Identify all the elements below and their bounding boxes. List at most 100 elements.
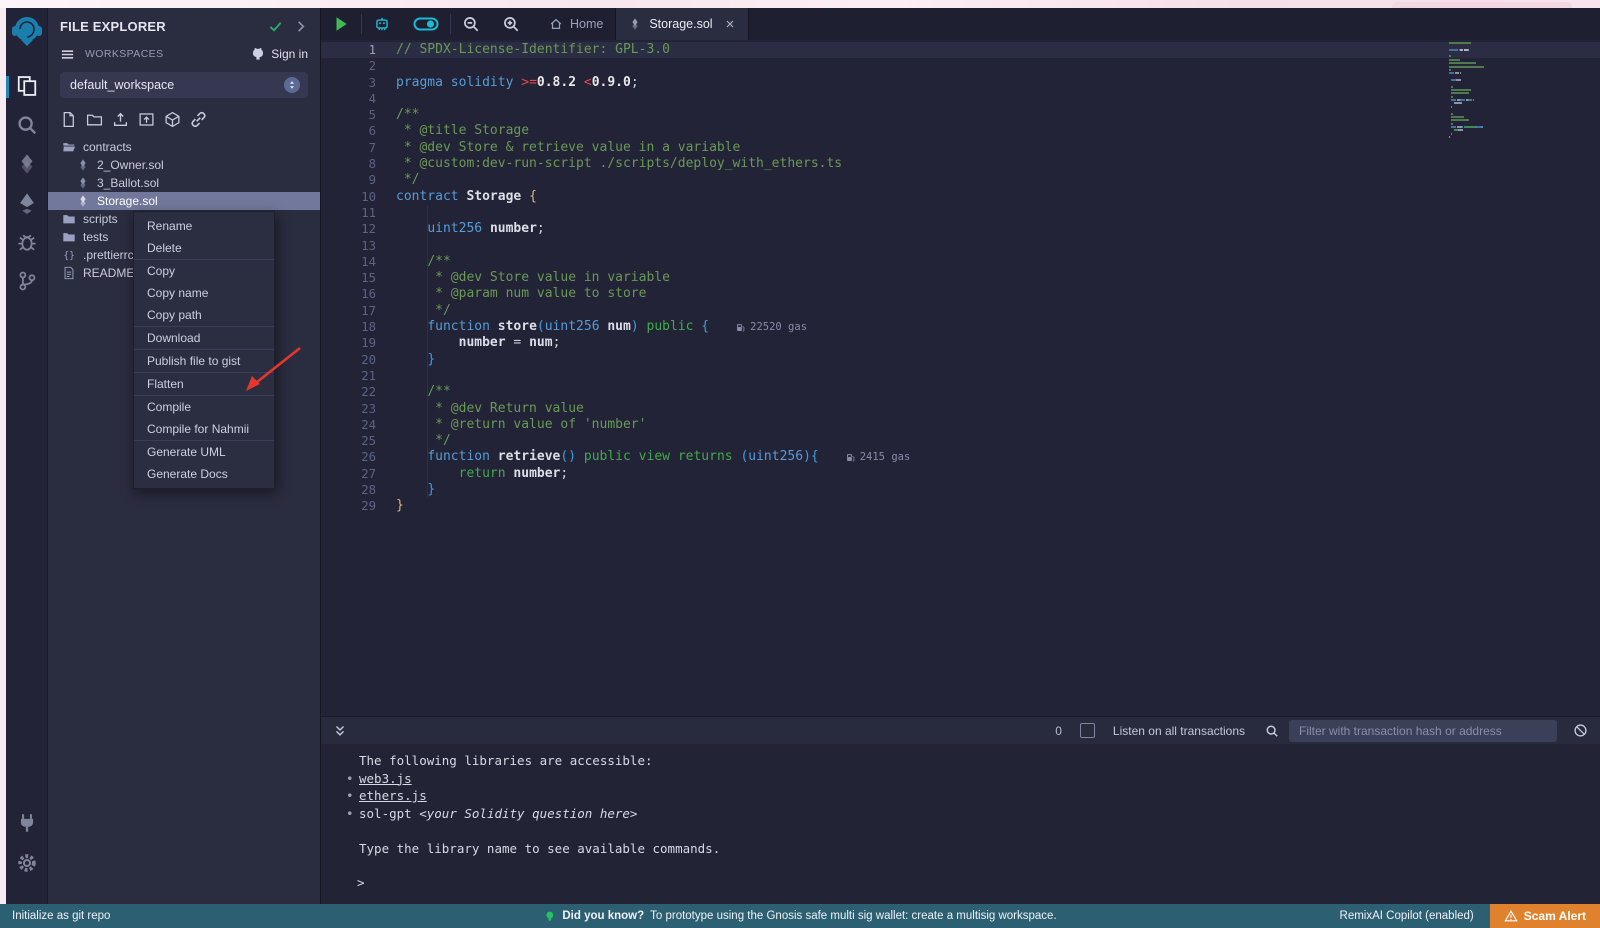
rail-plugin-manager-icon[interactable]: [16, 812, 38, 834]
code-line-content: * @custom:dev-run-script ./scripts/deplo…: [396, 156, 842, 172]
context-menu-item-copy[interactable]: Copy: [134, 259, 274, 282]
terminal-search-icon[interactable]: [1265, 724, 1279, 738]
context-menu-item-copy-path[interactable]: Copy path: [134, 304, 274, 326]
collapse-terminal-icon[interactable]: [333, 724, 347, 738]
context-menu-item-download[interactable]: Download: [134, 326, 274, 349]
terminal-toolbar: 0 Listen on all transactions: [320, 716, 1600, 744]
terminal-library-item[interactable]: web3.js: [359, 770, 1600, 788]
lightbulb-icon: [543, 910, 556, 923]
panel-title: FILE EXPLORER: [60, 19, 258, 34]
rail-deploy-run-icon[interactable]: [16, 192, 38, 214]
tree-item-storage-sol[interactable]: Storage.sol: [48, 192, 320, 210]
search-icon: [16, 114, 38, 136]
code-line-content: /**: [396, 254, 451, 270]
context-menu-item-delete[interactable]: Delete: [134, 237, 274, 259]
line-number: 23: [321, 401, 376, 417]
terminal-library-item[interactable]: ethers.js: [359, 787, 1600, 805]
context-menu-item-compile-for-nahmii[interactable]: Compile for Nahmii: [134, 418, 274, 440]
line-number: 6: [321, 123, 376, 139]
clear-console-icon[interactable]: [1573, 723, 1588, 738]
context-menu-item-generate-uml[interactable]: Generate UML: [134, 440, 274, 463]
rail-solidity-compiler-icon[interactable]: [16, 153, 38, 175]
code-line-content: uint256 number;: [396, 221, 545, 237]
terminal-prompt[interactable]: >: [357, 875, 365, 890]
rail-search-icon[interactable]: [16, 114, 38, 136]
import-url-icon[interactable]: [190, 111, 207, 128]
readme-file-icon: [62, 266, 76, 280]
code-line-content: * @dev Store value in variable: [396, 270, 670, 286]
code-line-9: 9 */: [321, 172, 1600, 188]
code-line-content: */: [396, 433, 451, 449]
chevron-right-icon[interactable]: [293, 19, 308, 34]
code-line-12: 12 uint256 number;: [321, 221, 1600, 237]
scam-alert-button[interactable]: Scam Alert: [1490, 904, 1600, 928]
braces-icon: {}: [62, 248, 76, 262]
rail-git-icon[interactable]: [16, 270, 38, 292]
line-number: 15: [321, 270, 376, 286]
tree-item-label: Storage.sol: [97, 194, 158, 208]
code-line-content: }: [396, 498, 404, 514]
upload-folder-icon[interactable]: [138, 111, 155, 128]
code-editor[interactable]: 1// SPDX-License-Identifier: GPL-3.023pr…: [320, 40, 1600, 716]
create-folder-icon[interactable]: [86, 111, 103, 128]
code-line-content: }: [396, 352, 435, 368]
tree-item-3-ballot-sol[interactable]: 3_Ballot.sol: [48, 174, 320, 192]
context-menu-item-rename[interactable]: Rename: [134, 215, 274, 237]
ai-assistant-icon[interactable]: [373, 15, 391, 33]
rail-settings-icon[interactable]: [16, 852, 38, 874]
listen-all-transactions-checkbox[interactable]: [1080, 723, 1095, 738]
create-file-icon[interactable]: [60, 111, 77, 128]
code-line-content: contract Storage {: [396, 189, 537, 205]
file-context-menu: RenameDeleteCopyCopy nameCopy pathDownlo…: [133, 211, 275, 489]
context-menu-item-flatten[interactable]: Flatten: [134, 372, 274, 395]
editor-tabbar: Home Storage.sol: [320, 8, 1600, 40]
line-number: 1: [321, 42, 376, 58]
code-line-content: * @dev Store & retrieve value in a varia…: [396, 140, 740, 156]
code-line-23: 23 * @dev Return value: [321, 401, 1600, 417]
line-number: 14: [321, 254, 376, 270]
close-tab-icon[interactable]: [724, 18, 736, 30]
code-line-content: }: [396, 482, 435, 498]
zoom-in-icon[interactable]: [502, 15, 520, 33]
code-line-content: */: [396, 172, 419, 188]
deploy-run-icon: [16, 192, 38, 214]
line-number: 16: [321, 286, 376, 302]
code-line-20: 20 }: [321, 352, 1600, 368]
workspace-select[interactable]: default_workspace: [60, 72, 308, 98]
rail-file-explorer-icon[interactable]: [16, 75, 38, 97]
context-menu-item-publish-file-to-gist[interactable]: Publish file to gist: [134, 349, 274, 372]
rail-debugger-icon[interactable]: [16, 231, 38, 253]
context-menu-item-compile[interactable]: Compile: [134, 395, 274, 418]
context-menu-item-generate-docs[interactable]: Generate Docs: [134, 463, 274, 485]
git-init-button[interactable]: Initialize as git repo: [12, 910, 110, 922]
editor-minimap[interactable]: [1449, 42, 1549, 139]
code-line-16: 16 * @param num value to store: [321, 286, 1600, 302]
copilot-toggle[interactable]: [413, 15, 439, 33]
solidity-file-icon: [628, 17, 642, 31]
code-line-21: 21: [321, 368, 1600, 384]
remix-ide-window: FILE EXPLORER WORKSPACES Sign in default…: [0, 0, 1600, 928]
tree-item-2-owner-sol[interactable]: 2_Owner.sol: [48, 156, 320, 174]
context-menu-item-copy-name[interactable]: Copy name: [134, 282, 274, 304]
tab-storage-sol[interactable]: Storage.sol: [615, 8, 748, 40]
copilot-status[interactable]: RemixAI Copilot (enabled): [1340, 910, 1474, 922]
zoom-out-icon[interactable]: [462, 15, 480, 33]
tab-home[interactable]: Home: [537, 8, 615, 40]
tip-text: To prototype using the Gnosis safe multi…: [650, 910, 1057, 922]
tree-item-contracts[interactable]: contracts: [48, 138, 320, 156]
line-number: 2: [321, 58, 376, 74]
sign-in-button[interactable]: Sign in: [250, 46, 308, 62]
upload-file-icon[interactable]: [112, 111, 129, 128]
ipfs-box-icon[interactable]: [164, 111, 181, 128]
terminal-hint: Type the library name to see available c…: [359, 840, 1600, 858]
line-number: 22: [321, 384, 376, 400]
tree-item-label: 3_Ballot.sol: [97, 176, 159, 190]
indent-guide: [427, 205, 428, 221]
terminal[interactable]: The following libraries are accessible: …: [320, 744, 1600, 904]
solidity-compiler-icon: [16, 153, 38, 175]
run-script-button[interactable]: [332, 15, 350, 33]
solidity-file-icon: [76, 158, 90, 172]
transaction-filter-input[interactable]: [1289, 720, 1557, 742]
workspaces-menu-icon[interactable]: [60, 47, 75, 62]
line-number: 10: [321, 189, 376, 205]
